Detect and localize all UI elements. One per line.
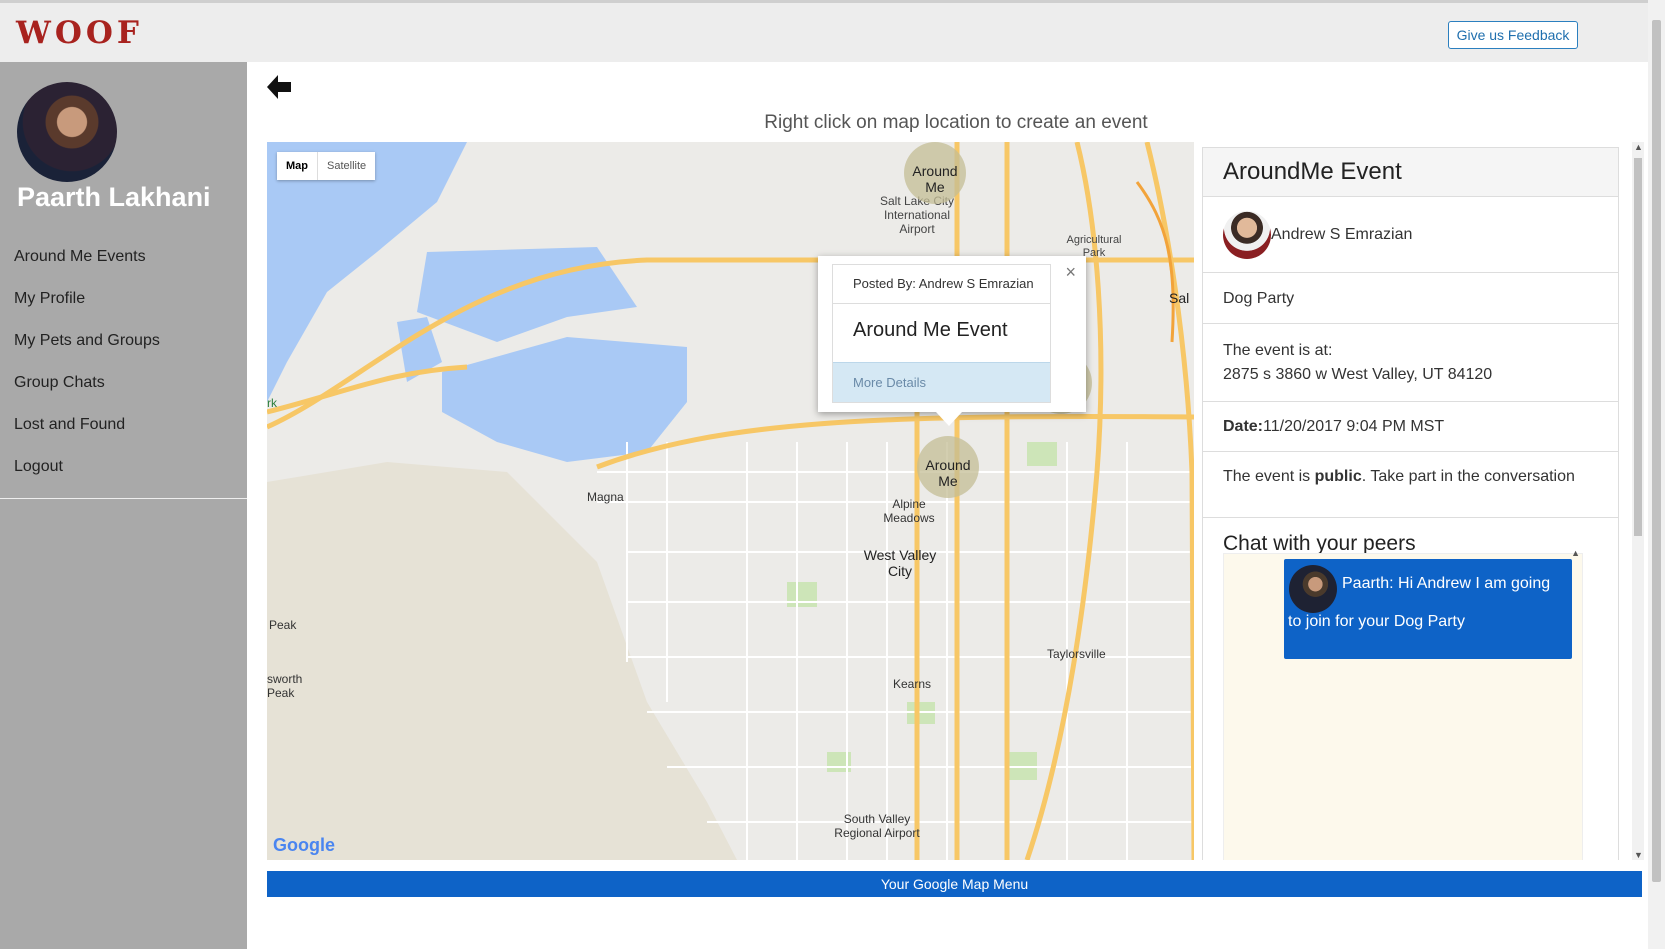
chat-message: Paarth: Hi Andrew I am going to join for…: [1284, 559, 1572, 659]
feedback-button[interactable]: Give us Feedback: [1448, 21, 1578, 49]
sidebar-item-around-me-events[interactable]: Around Me Events: [0, 236, 247, 278]
map-instruction: Right click on map location to create an…: [764, 112, 1148, 133]
event-location-row: The event is at: 2875 s 3860 w West Vall…: [1203, 324, 1618, 402]
map-label-taylorsville: Taylorsville: [1047, 647, 1106, 661]
map-label-peak: Peak: [269, 618, 297, 632]
event-panel-title: AroundMe Event: [1203, 148, 1618, 197]
event-panel-scrollbar-thumb[interactable]: [1634, 158, 1642, 536]
event-panel: AroundMe Event Andrew S Emrazian Dog Par…: [1202, 147, 1619, 860]
event-address: 2875 s 3860 w West Valley, UT 84120: [1223, 366, 1493, 383]
chat-message-avatar: [1289, 565, 1337, 613]
visibility-suffix: . Take part in the conversation: [1361, 468, 1575, 485]
page-scrollbar[interactable]: [1648, 0, 1665, 949]
map-label-west-valley-city: West Valley City: [863, 547, 937, 579]
event-date-label: Date:: [1223, 418, 1264, 435]
event-marker-label: Around Me: [912, 163, 958, 195]
back-button[interactable]: [264, 72, 294, 102]
sidebar-item-lost-and-found[interactable]: Lost and Found: [0, 404, 247, 446]
sidebar-item-logout[interactable]: Logout: [0, 446, 247, 488]
map-type-control: Map Satellite: [277, 152, 376, 180]
event-location-label: The event is at:: [1223, 342, 1333, 359]
google-map-menu-button[interactable]: Your Google Map Menu: [267, 871, 1642, 897]
user-name: Paarth Lakhani: [17, 182, 211, 212]
event-marker-selected[interactable]: Around Me: [917, 436, 979, 498]
visibility-value: public: [1314, 468, 1362, 485]
info-window-card: Posted By: Andrew S Emrazian Around Me E…: [832, 264, 1051, 403]
map-label-magna: Magna: [587, 490, 624, 504]
event-poster-row: Andrew S Emrazian: [1203, 197, 1618, 273]
event-name-row: Dog Party: [1203, 273, 1618, 324]
map-label-kearns: Kearns: [893, 677, 932, 691]
scroll-down-icon[interactable]: ▼: [1634, 850, 1643, 860]
info-window-title: Around Me Event: [853, 319, 1008, 341]
google-map[interactable]: Map Satellite Salt Lake City Internation…: [267, 142, 1194, 860]
sidebar-nav: Around Me Events My Profile My Pets and …: [0, 236, 247, 499]
event-marker[interactable]: Around Me: [904, 142, 966, 204]
event-panel-container: AroundMe Event Andrew S Emrazian Dog Par…: [1198, 142, 1630, 860]
page-scrollbar-thumb[interactable]: [1652, 20, 1661, 882]
sidebar-item-my-pets-and-groups[interactable]: My Pets and Groups: [0, 320, 247, 362]
app-logo[interactable]: WOOF: [16, 15, 143, 51]
google-logo[interactable]: Google: [273, 835, 335, 856]
event-marker-label: Around Me: [925, 457, 971, 489]
info-window-posted-by: Posted By: Andrew S Emrazian: [833, 265, 1050, 304]
top-bar: WOOF Give us Feedback: [0, 0, 1648, 62]
close-icon[interactable]: ×: [1065, 262, 1076, 283]
arrow-left-icon: [267, 75, 291, 99]
map-info-window: × Posted By: Andrew S Emrazian Around Me…: [818, 256, 1086, 426]
user-avatar: [17, 82, 117, 182]
more-details-button[interactable]: More Details: [833, 362, 1050, 402]
map-type-satellite-button[interactable]: Satellite: [317, 152, 375, 180]
map-canvas[interactable]: [267, 142, 1194, 860]
poster-name: Andrew S Emrazian: [1271, 225, 1413, 243]
map-label-south-valley-airport: South Valley Regional Airport: [834, 812, 920, 840]
event-name: Dog Party: [1223, 290, 1295, 307]
map-type-map-button[interactable]: Map: [277, 152, 317, 180]
sidebar-item-my-profile[interactable]: My Profile: [0, 278, 247, 320]
map-label-farnsworth-peak: sworth Peak: [267, 672, 303, 700]
scroll-up-icon[interactable]: ▲: [1634, 142, 1643, 152]
map-label-alpine-meadows: Alpine Meadows: [883, 497, 935, 525]
poster-avatar: [1223, 210, 1271, 259]
event-date-value: 11/20/2017 9:04 PM MST: [1263, 418, 1445, 435]
sidebar: Paarth Lakhani Around Me Events My Profi…: [0, 62, 247, 949]
event-date-row: Date:11/20/2017 9:04 PM MST: [1203, 402, 1618, 452]
map-label-sal-partial: Sal: [1169, 290, 1190, 306]
event-visibility-row: The event is public. Take part in the co…: [1203, 452, 1618, 518]
sidebar-item-group-chats[interactable]: Group Chats: [0, 362, 247, 404]
chat-box[interactable]: Paarth: Hi Andrew I am going to join for…: [1223, 548, 1583, 860]
map-label-park-partial: rk: [267, 396, 277, 410]
visibility-prefix: The event is: [1223, 468, 1315, 485]
chat-scroll-up-icon[interactable]: ▲: [1571, 548, 1580, 558]
event-panel-scrollbar[interactable]: ▲ ▼: [1632, 142, 1644, 860]
